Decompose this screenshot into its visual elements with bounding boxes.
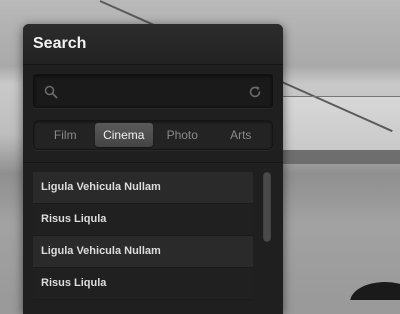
results-list: Ligula Vehicula Nullam Risus Liqula Ligu… [33, 172, 253, 300]
tab-cinema[interactable]: Cinema [94, 123, 153, 147]
search-panel: Search Film Cinema Photo Arts Ligula Veh… [23, 24, 283, 314]
list-item[interactable]: Ligula Vehicula Nullam [33, 236, 253, 268]
search-input[interactable] [60, 81, 252, 103]
list-item[interactable]: Ligula Vehicula Nullam [33, 172, 253, 204]
panel-header: Search [23, 24, 283, 65]
tab-film[interactable]: Film [36, 123, 95, 147]
panel-title: Search [33, 35, 87, 52]
category-tabs: Film Cinema Photo Arts [33, 120, 273, 150]
background-ledge [283, 150, 400, 164]
scrollbar[interactable] [263, 172, 271, 242]
refresh-icon[interactable] [248, 85, 262, 104]
tab-photo[interactable]: Photo [153, 123, 212, 147]
search-icon[interactable] [44, 85, 58, 104]
divider [23, 162, 283, 163]
background-line [283, 96, 400, 97]
list-item[interactable]: Risus Liqula [33, 268, 253, 300]
search-field[interactable] [33, 74, 273, 108]
list-item[interactable]: Risus Liqula [33, 204, 253, 236]
tab-arts[interactable]: Arts [212, 123, 271, 147]
